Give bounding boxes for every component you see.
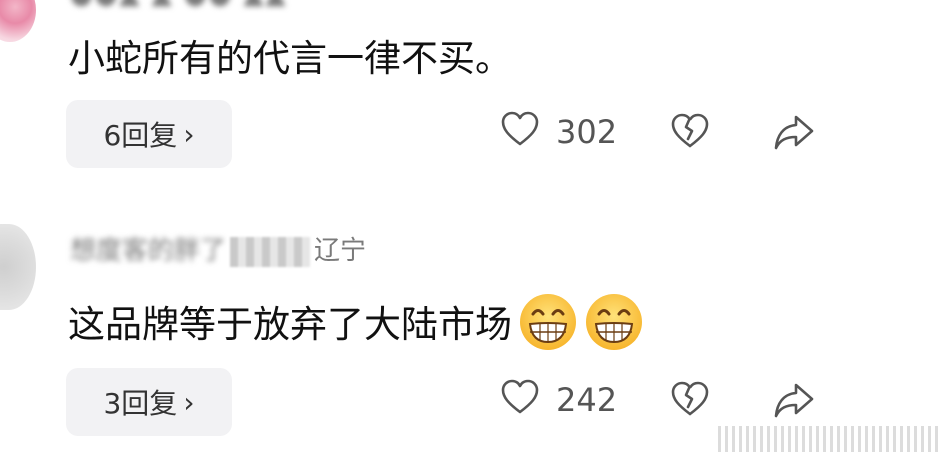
chevron-right-icon: ›: [183, 385, 195, 419]
broken-heart-icon: [670, 112, 710, 156]
like-count: 242: [556, 381, 618, 419]
replies-label: 3回复: [103, 387, 178, 420]
date-blurred: [230, 236, 311, 267]
replies-label: 6回复: [103, 119, 178, 152]
user-location: 辽宁: [314, 236, 367, 266]
comment-text: 小蛇所有的代言一律不买。: [68, 37, 512, 80]
broken-heart-icon: [670, 380, 710, 424]
comment-text-body: 这品牌等于放弃了大陆市场: [68, 303, 512, 346]
chevron-right-icon: ›: [183, 117, 195, 151]
share-arrow-icon: [772, 380, 816, 424]
dislike-button[interactable]: [670, 380, 710, 424]
username-blurred[interactable]: 想度客的胖了: [70, 230, 226, 267]
share-button[interactable]: [772, 112, 816, 156]
share-button[interactable]: [772, 380, 816, 424]
watermark: [718, 426, 938, 452]
replies-button[interactable]: 6回复 ›: [66, 100, 232, 168]
comment-text: 这品牌等于放弃了大陆市场: [68, 292, 644, 361]
replies-button[interactable]: 3回复 ›: [66, 368, 232, 436]
comment-meta: 想度客的胖了 辽宁: [70, 230, 366, 267]
grinning-emoji: [518, 292, 578, 361]
share-arrow-icon: [772, 112, 816, 156]
grinning-emoji: [584, 292, 644, 361]
heart-outline-icon: [500, 110, 540, 154]
like-count: 302: [556, 113, 618, 151]
heart-outline-icon: [500, 378, 540, 422]
like-button[interactable]: 302: [500, 110, 617, 154]
comment-meta-blurred: ●●▲ ▲ ●● ▲▲: [70, 0, 288, 10]
like-button[interactable]: 242: [500, 378, 617, 422]
avatar[interactable]: [0, 224, 36, 310]
dislike-button[interactable]: [670, 112, 710, 156]
avatar[interactable]: [0, 0, 36, 42]
